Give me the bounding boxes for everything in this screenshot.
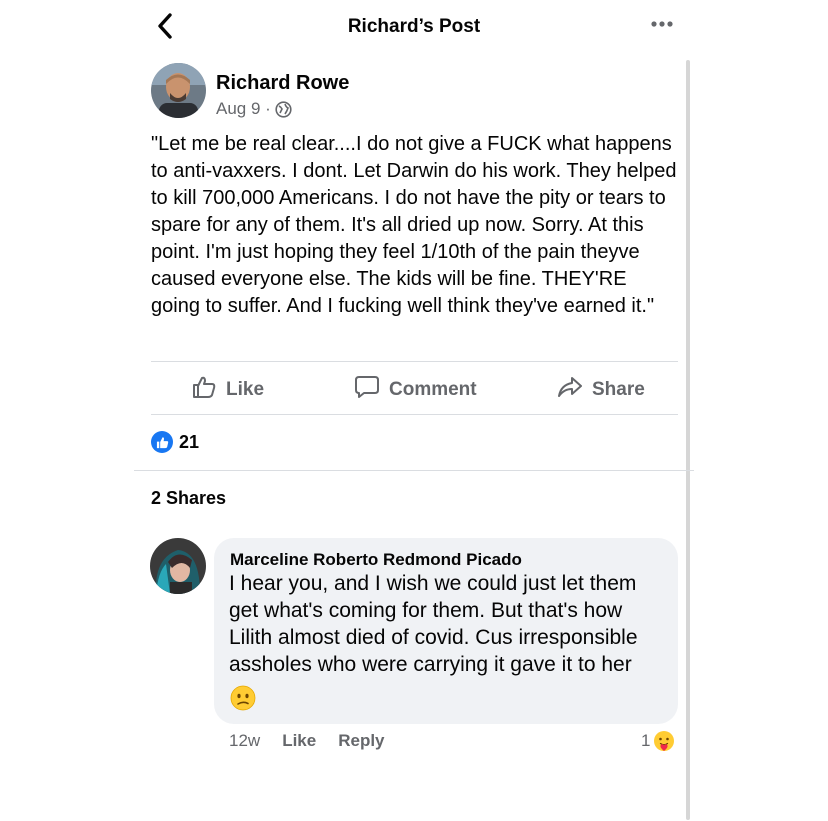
commenter-name[interactable]: Marceline Roberto Redmond Picado [230, 550, 522, 570]
comment-reply-button[interactable]: Reply [338, 731, 384, 751]
reaction-summary[interactable]: 21 [151, 431, 199, 453]
globe-icon [275, 100, 292, 118]
speech-bubble-icon [354, 374, 380, 406]
like-button[interactable]: Like [191, 374, 264, 406]
page-title: Richard’s Post [347, 16, 481, 37]
comment-text: I hear you, and I wish we could just let… [229, 572, 638, 676]
comment-footer: 12w Like Reply [229, 731, 385, 751]
more-dots-icon[interactable] [648, 14, 678, 34]
comment-reaction-summary[interactable]: 1 [641, 730, 675, 752]
comment-bubble[interactable]: Marceline Roberto Redmond Picado I hear … [214, 538, 678, 724]
confused-face-icon [230, 685, 256, 711]
author-name[interactable]: Richard Rowe [216, 72, 349, 95]
reaction-count: 21 [179, 431, 200, 452]
post-actions: Like Comment Share [151, 362, 678, 414]
post-date[interactable]: Aug 9 · [216, 99, 271, 119]
share-arrow-icon [557, 374, 583, 406]
comment-like-button[interactable]: Like [282, 731, 316, 751]
care-reaction-icon [653, 730, 675, 752]
thumbs-up-icon [191, 374, 217, 406]
top-bar: Richard’s Post [0, 0, 828, 54]
scrollbar[interactable] [686, 60, 690, 820]
author-avatar[interactable] [151, 63, 206, 118]
comment-label: Comment [389, 379, 477, 400]
shares-count[interactable]: 2 Shares [151, 488, 226, 509]
share-button[interactable]: Share [557, 374, 645, 406]
comment-reaction-count: 1 [641, 731, 651, 750]
comment-button[interactable]: Comment [354, 374, 477, 406]
post-meta: Aug 9 · [216, 99, 292, 119]
like-label: Like [226, 379, 265, 400]
commenter-avatar[interactable] [150, 538, 206, 594]
share-label: Share [592, 379, 645, 400]
divider [134, 470, 694, 471]
post-text: "Let me be real clear....I do not give a… [151, 133, 683, 317]
like-reaction-icon [151, 431, 173, 453]
comment-time[interactable]: 12w [229, 731, 260, 751]
divider [151, 414, 678, 415]
